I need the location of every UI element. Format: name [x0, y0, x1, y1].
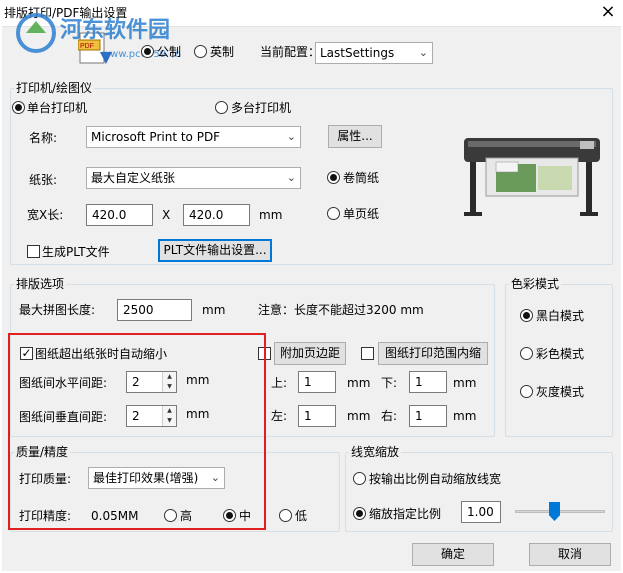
precision-low-label: 低	[295, 509, 308, 523]
paper-dropdown[interactable]: 最大自定义纸张 ⌄	[86, 167, 301, 189]
roll-paper-radio[interactable]	[327, 171, 340, 184]
range-shrink-checkbox[interactable]	[361, 347, 374, 360]
imperial-radio[interactable]	[194, 45, 207, 58]
watermark-name: 河东软件园	[60, 17, 170, 43]
color-mode-title: 色彩模式	[509, 277, 562, 291]
margin-right-input[interactable]: 1	[409, 405, 447, 427]
auto-line-width-label: 按输出比例自动缩放线宽	[369, 472, 502, 486]
metric-radio[interactable]	[141, 45, 154, 58]
layout-options-title: 排版选项	[14, 277, 67, 291]
sheet-paper-label: 单页纸	[343, 207, 380, 221]
margin-right-label: 右:	[381, 409, 398, 423]
margin-left-label: 左:	[271, 409, 288, 423]
single-printer-radio[interactable]	[12, 101, 25, 114]
gray-mode-label: 灰度模式	[536, 385, 585, 399]
slider-track	[515, 510, 605, 513]
printer-name-dropdown[interactable]: Microsoft Print to PDF ⌄	[86, 126, 301, 148]
ratio-slider[interactable]	[515, 502, 605, 522]
margin-right-unit: mm	[453, 409, 477, 423]
max-length-unit: mm	[202, 303, 226, 317]
paper-length-input[interactable]: 420.0	[183, 204, 250, 226]
fixed-ratio-label: 缩放指定比例	[369, 507, 442, 521]
plotter-image	[456, 128, 606, 220]
max-length-input[interactable]: 2500	[117, 299, 192, 321]
ok-button[interactable]: 确定	[412, 543, 494, 566]
margin-left-input[interactable]: 1	[298, 405, 336, 427]
printer-name-value: Microsoft Print to PDF	[91, 130, 221, 144]
margin-bottom-unit: mm	[453, 376, 477, 390]
properties-button[interactable]: 属性...	[328, 125, 382, 148]
margin-bottom-input[interactable]: 1	[409, 371, 447, 393]
multi-printer-label: 多台打印机	[231, 101, 292, 115]
color-mode-label: 彩色模式	[536, 347, 585, 361]
chevron-down-icon: ⌄	[418, 46, 428, 59]
ratio-input[interactable]: 1.00	[461, 501, 501, 523]
extra-margin-button[interactable]: 附加页边距	[274, 342, 346, 365]
paper-label: 纸张:	[29, 173, 58, 187]
config-dropdown[interactable]: LastSettings ⌄	[315, 42, 433, 64]
precision-low-radio[interactable]	[279, 509, 292, 522]
line-width-title: 线宽缩放	[349, 445, 402, 459]
cancel-button[interactable]: 取消	[529, 543, 611, 566]
imperial-label: 英制	[210, 45, 235, 59]
multi-printer-radio[interactable]	[215, 101, 228, 114]
roll-paper-label: 卷筒纸	[343, 171, 380, 185]
size-x-label: X	[162, 208, 171, 222]
paper-value: 最大自定义纸张	[91, 171, 176, 185]
printer-group-title: 打印机/绘图仪	[14, 81, 95, 95]
margin-top-input[interactable]: 1	[298, 371, 336, 393]
sheet-paper-radio[interactable]	[327, 207, 340, 220]
watermark-logo: 河东软件园 www.pc0359.cn	[14, 3, 214, 65]
margin-bottom-label: 下:	[381, 376, 398, 390]
plt-settings-button[interactable]: PLT文件输出设置...	[158, 239, 272, 262]
plt-checkbox[interactable]	[27, 245, 40, 258]
highlight-box	[8, 333, 266, 530]
chevron-down-icon: ⌄	[286, 130, 296, 143]
bw-mode-label: 黑白模式	[536, 309, 585, 323]
chevron-down-icon: ⌄	[286, 171, 296, 184]
config-value: LastSettings	[320, 46, 395, 60]
max-length-label: 最大拼图长度:	[19, 303, 96, 317]
close-icon[interactable]: ×	[596, 1, 620, 25]
config-label: 当前配置：	[260, 45, 321, 59]
margin-top-unit: mm	[347, 376, 371, 390]
plt-label: 生成PLT文件	[42, 245, 110, 259]
size-unit-label: mm	[259, 208, 283, 222]
range-shrink-button[interactable]: 图纸打印范围内缩	[378, 342, 488, 365]
paper-width-input[interactable]: 420.0	[86, 204, 153, 226]
fixed-ratio-radio[interactable]	[353, 507, 366, 520]
gray-mode-radio[interactable]	[520, 385, 533, 398]
size-label: 宽X长:	[27, 208, 64, 222]
color-mode-radio[interactable]	[520, 347, 533, 360]
margin-top-label: 上:	[271, 376, 288, 390]
slider-thumb[interactable]	[549, 502, 560, 521]
bw-mode-radio[interactable]	[520, 309, 533, 322]
printer-name-label: 名称:	[29, 131, 58, 145]
max-length-note: 注意：长度不能超过3200 mm	[258, 303, 424, 317]
single-printer-label: 单台打印机	[27, 101, 88, 115]
metric-label: 公制	[157, 45, 182, 59]
auto-line-width-radio[interactable]	[353, 472, 366, 485]
margin-left-unit: mm	[347, 409, 371, 423]
